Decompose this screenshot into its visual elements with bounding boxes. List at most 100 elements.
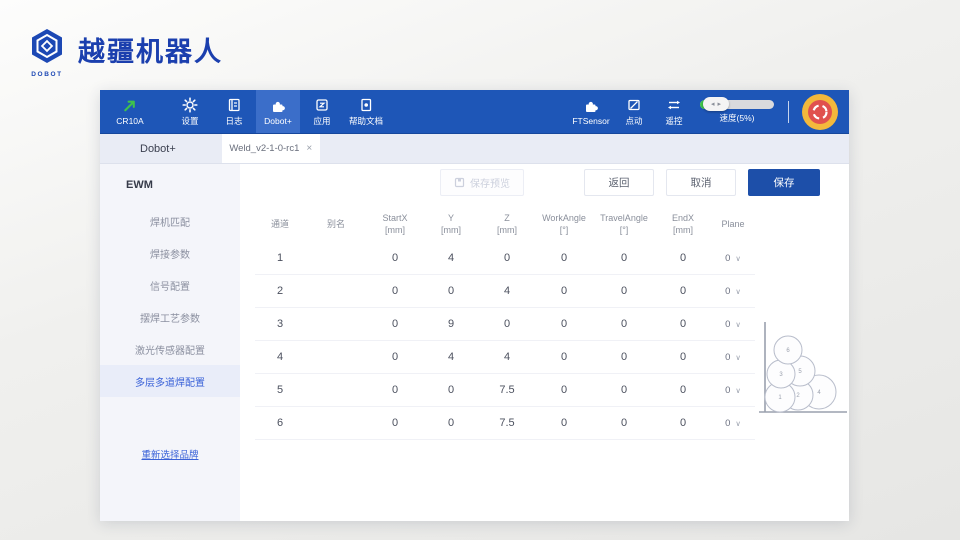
toolbar-item-apps[interactable]: 应用 (300, 90, 344, 133)
value-cell[interactable]: 0 (535, 308, 593, 340)
speed-slider-handle[interactable]: ◂▸ (703, 97, 729, 111)
action-group: 返回 取消 保存 (584, 169, 820, 196)
sidebar-items: 焊机匹配焊接参数信号配置摆焊工艺参数激光传感器配置多层多道焊配置 (100, 205, 240, 397)
toolbar-item-remote[interactable]: 遥控 (654, 90, 694, 133)
value-cell[interactable]: 0 (593, 275, 655, 307)
value-cell[interactable]: 0 (535, 242, 593, 274)
table-row: 30900000∨ (255, 308, 755, 341)
reselect-brand-link[interactable]: 重新选择品牌 (100, 447, 240, 461)
dobot-hexagon-icon (28, 27, 66, 65)
value-cell[interactable]: 4 (479, 275, 535, 307)
toolbar-item-label: 应用 (313, 115, 330, 127)
speed-slider[interactable]: ◂▸ (700, 100, 774, 109)
value-cell[interactable]: 0 (367, 242, 423, 274)
value-cell[interactable]: 0 (593, 308, 655, 340)
jog-icon (626, 97, 642, 113)
plane-select[interactable]: 0∨ (711, 275, 755, 307)
chevron-down-icon: ∨ (735, 419, 741, 428)
value-cell[interactable]: 0 (593, 341, 655, 373)
emergency-stop-icon (801, 93, 839, 131)
cancel-button[interactable]: 取消 (666, 169, 736, 196)
toolbar-item-dobot-plus[interactable]: Dobot+ (256, 90, 300, 133)
column-header: Y[mm] (423, 206, 479, 242)
doc-icon (358, 97, 374, 113)
plane-select[interactable]: 0∨ (711, 308, 755, 340)
value-cell[interactable]: 4 (479, 341, 535, 373)
sidebar-item[interactable]: 激光传感器配置 (100, 333, 240, 365)
sidebar-item[interactable]: 焊接参数 (100, 237, 240, 269)
value-cell[interactable]: 0 (535, 275, 593, 307)
value-cell[interactable]: 0 (367, 341, 423, 373)
plane-select[interactable]: 0∨ (711, 374, 755, 406)
save-preview-button[interactable]: 保存预览 (440, 169, 524, 196)
value-cell[interactable]: 0 (535, 374, 593, 406)
alias-cell (305, 242, 367, 274)
alias-cell (305, 374, 367, 406)
toolbar-item-ftsensor[interactable]: FTSensor (568, 90, 614, 133)
toolbar-item-label: FTSensor (572, 116, 609, 126)
value-cell[interactable]: 4 (423, 242, 479, 274)
value-cell[interactable]: 7.5 (479, 374, 535, 406)
value-cell[interactable]: 0 (655, 308, 711, 340)
sidebar: EWM 焊机匹配焊接参数信号配置摆焊工艺参数激光传感器配置多层多道焊配置 重新选… (100, 164, 240, 521)
value-cell[interactable]: 0 (423, 374, 479, 406)
value-cell[interactable]: 0 (535, 341, 593, 373)
channel-cell: 2 (255, 275, 305, 307)
value-cell[interactable]: 0 (593, 374, 655, 406)
toolbar-item-log[interactable]: 日志 (212, 90, 256, 133)
toolbar-item-help-docs[interactable]: 帮助文档 (344, 90, 388, 133)
parameter-table: 通道别名StartX[mm]Y[mm]Z[mm]WorkAngle[°]Trav… (255, 206, 755, 440)
sidebar-item[interactable]: 多层多道焊配置 (100, 365, 240, 397)
value-cell[interactable]: 7.5 (479, 407, 535, 439)
emergency-stop-button[interactable] (801, 93, 839, 131)
table-row: 6007.50000∨ (255, 407, 755, 440)
plane-select[interactable]: 0∨ (711, 242, 755, 274)
sidebar-item[interactable]: 摆焊工艺参数 (100, 301, 240, 333)
chevron-down-icon: ∨ (735, 287, 741, 296)
back-button[interactable]: 返回 (584, 169, 654, 196)
value-cell[interactable]: 0 (367, 275, 423, 307)
value-cell[interactable]: 0 (423, 407, 479, 439)
sidebar-item[interactable]: 焊机匹配 (100, 205, 240, 237)
channel-cell: 6 (255, 407, 305, 439)
toolbar-item-jog[interactable]: 点动 (614, 90, 654, 133)
table-row: 40440000∨ (255, 341, 755, 374)
tab-label: Weld_v2-1-0-rc1 (229, 143, 299, 154)
value-cell[interactable]: 0 (593, 407, 655, 439)
apps-icon (314, 97, 330, 113)
value-cell[interactable]: 0 (655, 341, 711, 373)
value-cell[interactable]: 0 (593, 242, 655, 274)
value-cell[interactable]: 0 (367, 308, 423, 340)
save-button[interactable]: 保存 (748, 169, 820, 196)
value-cell[interactable]: 0 (367, 374, 423, 406)
plane-select[interactable]: 0∨ (711, 407, 755, 439)
toolbar-item-label: Dobot+ (264, 116, 292, 126)
value-cell[interactable]: 0 (423, 275, 479, 307)
plane-select[interactable]: 0∨ (711, 341, 755, 373)
column-header: StartX[mm] (367, 206, 423, 242)
table-row: 20040000∨ (255, 275, 755, 308)
value-cell[interactable]: 9 (423, 308, 479, 340)
close-icon[interactable]: × (306, 143, 312, 154)
value-cell[interactable]: 0 (479, 242, 535, 274)
table-row: 5007.50000∨ (255, 374, 755, 407)
value-cell[interactable]: 4 (423, 341, 479, 373)
toolbar-item-settings[interactable]: 设置 (168, 90, 212, 133)
value-cell[interactable]: 0 (655, 275, 711, 307)
value-cell[interactable]: 0 (655, 374, 711, 406)
channel-cell: 3 (255, 308, 305, 340)
main-toolbar: CR10A 设置 日志 (100, 90, 849, 134)
speed-label: 速度(5%) (720, 112, 755, 124)
toolbar-item-robot[interactable]: CR10A (104, 90, 156, 133)
value-cell[interactable]: 0 (367, 407, 423, 439)
chevron-down-icon: ∨ (735, 320, 741, 329)
chevron-down-icon: ∨ (735, 386, 741, 395)
value-cell[interactable]: 0 (479, 308, 535, 340)
alias-cell (305, 275, 367, 307)
value-cell[interactable]: 0 (535, 407, 593, 439)
value-cell[interactable]: 0 (655, 242, 711, 274)
value-cell[interactable]: 0 (655, 407, 711, 439)
chevron-down-icon: ∨ (735, 353, 741, 362)
plugin-tab-weld[interactable]: Weld_v2-1-0-rc1 × (222, 134, 320, 163)
sidebar-item[interactable]: 信号配置 (100, 269, 240, 301)
